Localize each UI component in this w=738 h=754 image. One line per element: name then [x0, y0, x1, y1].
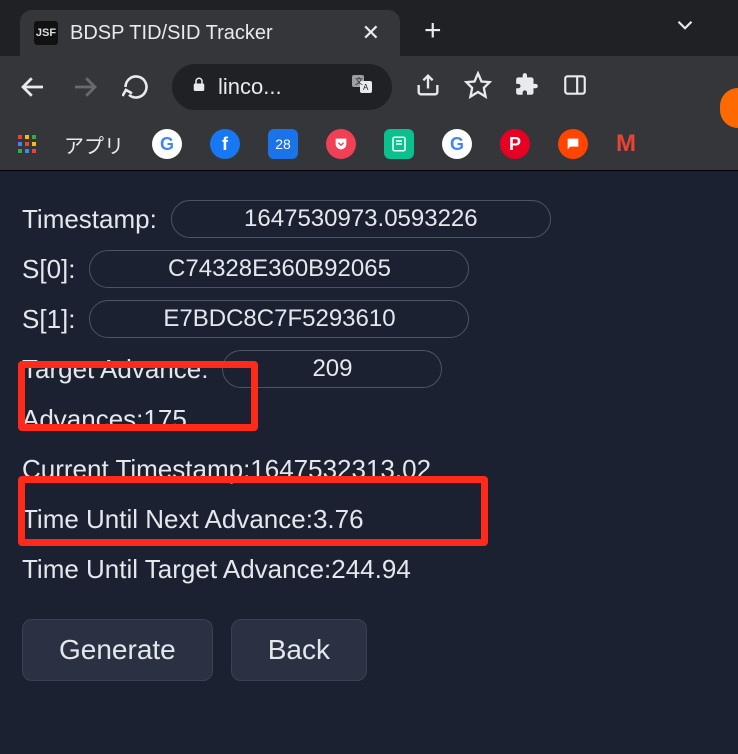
current-ts-label: Current Timestamp:	[22, 454, 250, 485]
browser-tab-bar: JSF BDSP TID/SID Tracker ✕ +	[0, 0, 738, 56]
timestamp-row: Timestamp: 1647530973.0593226	[22, 199, 716, 239]
current-timestamp-line: Current Timestamp: 1647532313.02	[22, 449, 716, 489]
svg-text:文: 文	[355, 76, 363, 86]
timestamp-label: Timestamp:	[22, 204, 157, 235]
advances-label: Advances:	[22, 404, 143, 435]
advances-value: 175	[143, 404, 186, 435]
time-next-label: Time Until Next Advance:	[22, 504, 313, 535]
minimize-chevron-icon[interactable]	[672, 12, 698, 43]
bookmarks-bar: アプリ G f 28 G P M	[0, 118, 738, 170]
time-target-line: Time Until Target Advance: 244.94	[22, 549, 716, 589]
apps-label[interactable]: アプリ	[64, 130, 124, 159]
s1-row: S[1]: E7BDC8C7F5293610	[22, 299, 716, 339]
time-target-label: Time Until Target Advance:	[22, 554, 331, 585]
browser-toolbar: linco... 文A	[0, 56, 738, 118]
url-text: linco...	[218, 74, 282, 100]
back-button-page[interactable]: Back	[231, 619, 367, 681]
translate-icon[interactable]: 文A	[350, 72, 374, 102]
gmail-bookmark-icon[interactable]: M	[616, 130, 636, 158]
generate-button[interactable]: Generate	[22, 619, 213, 681]
target-advance-row: Target Advance: 209	[22, 349, 716, 389]
target-advance-label: Target Advance:	[22, 354, 208, 385]
timestamp-input[interactable]: 1647530973.0593226	[171, 200, 551, 238]
sidepanel-icon[interactable]	[562, 72, 588, 103]
button-row: Generate Back	[22, 619, 716, 681]
bookmark-star-icon[interactable]	[464, 71, 492, 104]
tab-favicon: JSF	[34, 21, 58, 45]
s0-label: S[0]:	[22, 254, 75, 285]
s0-input[interactable]: C74328E360B92065	[89, 250, 469, 288]
advances-line: Advances: 175	[22, 399, 716, 439]
google-bookmark-icon[interactable]: G	[152, 129, 182, 159]
active-tab[interactable]: JSF BDSP TID/SID Tracker ✕	[20, 10, 400, 56]
s1-input[interactable]: E7BDC8C7F5293610	[89, 300, 469, 338]
calendar-bookmark-icon[interactable]: 28	[268, 129, 298, 159]
note-bookmark-icon[interactable]	[384, 129, 414, 159]
address-bar[interactable]: linco... 文A	[172, 64, 392, 110]
s0-row: S[0]: C74328E360B92065	[22, 249, 716, 289]
pocket-bookmark-icon[interactable]	[326, 129, 356, 159]
tracker-page: Timestamp: 1647530973.0593226 S[0]: C743…	[0, 170, 738, 754]
chat-bookmark-icon[interactable]	[558, 129, 588, 159]
google2-bookmark-icon[interactable]: G	[442, 129, 472, 159]
time-next-value: 3.76	[313, 504, 364, 535]
facebook-bookmark-icon[interactable]: f	[210, 129, 240, 159]
back-button[interactable]	[18, 72, 48, 102]
share-icon[interactable]	[414, 71, 442, 104]
s1-label: S[1]:	[22, 304, 75, 335]
pinterest-bookmark-icon[interactable]: P	[500, 129, 530, 159]
apps-grid-icon[interactable]	[18, 135, 36, 153]
lock-icon	[190, 74, 208, 100]
forward-button[interactable]	[70, 72, 100, 102]
current-ts-value: 1647532313.02	[250, 454, 431, 485]
extensions-icon[interactable]	[514, 72, 540, 103]
tab-title: BDSP TID/SID Tracker	[70, 22, 344, 45]
reload-button[interactable]	[122, 73, 150, 101]
tab-close-button[interactable]: ✕	[356, 20, 386, 46]
time-target-value: 244.94	[331, 554, 411, 585]
new-tab-button[interactable]: +	[424, 14, 442, 48]
target-advance-input[interactable]: 209	[222, 350, 442, 388]
time-next-line: Time Until Next Advance: 3.76	[22, 499, 716, 539]
svg-text:A: A	[363, 83, 369, 92]
